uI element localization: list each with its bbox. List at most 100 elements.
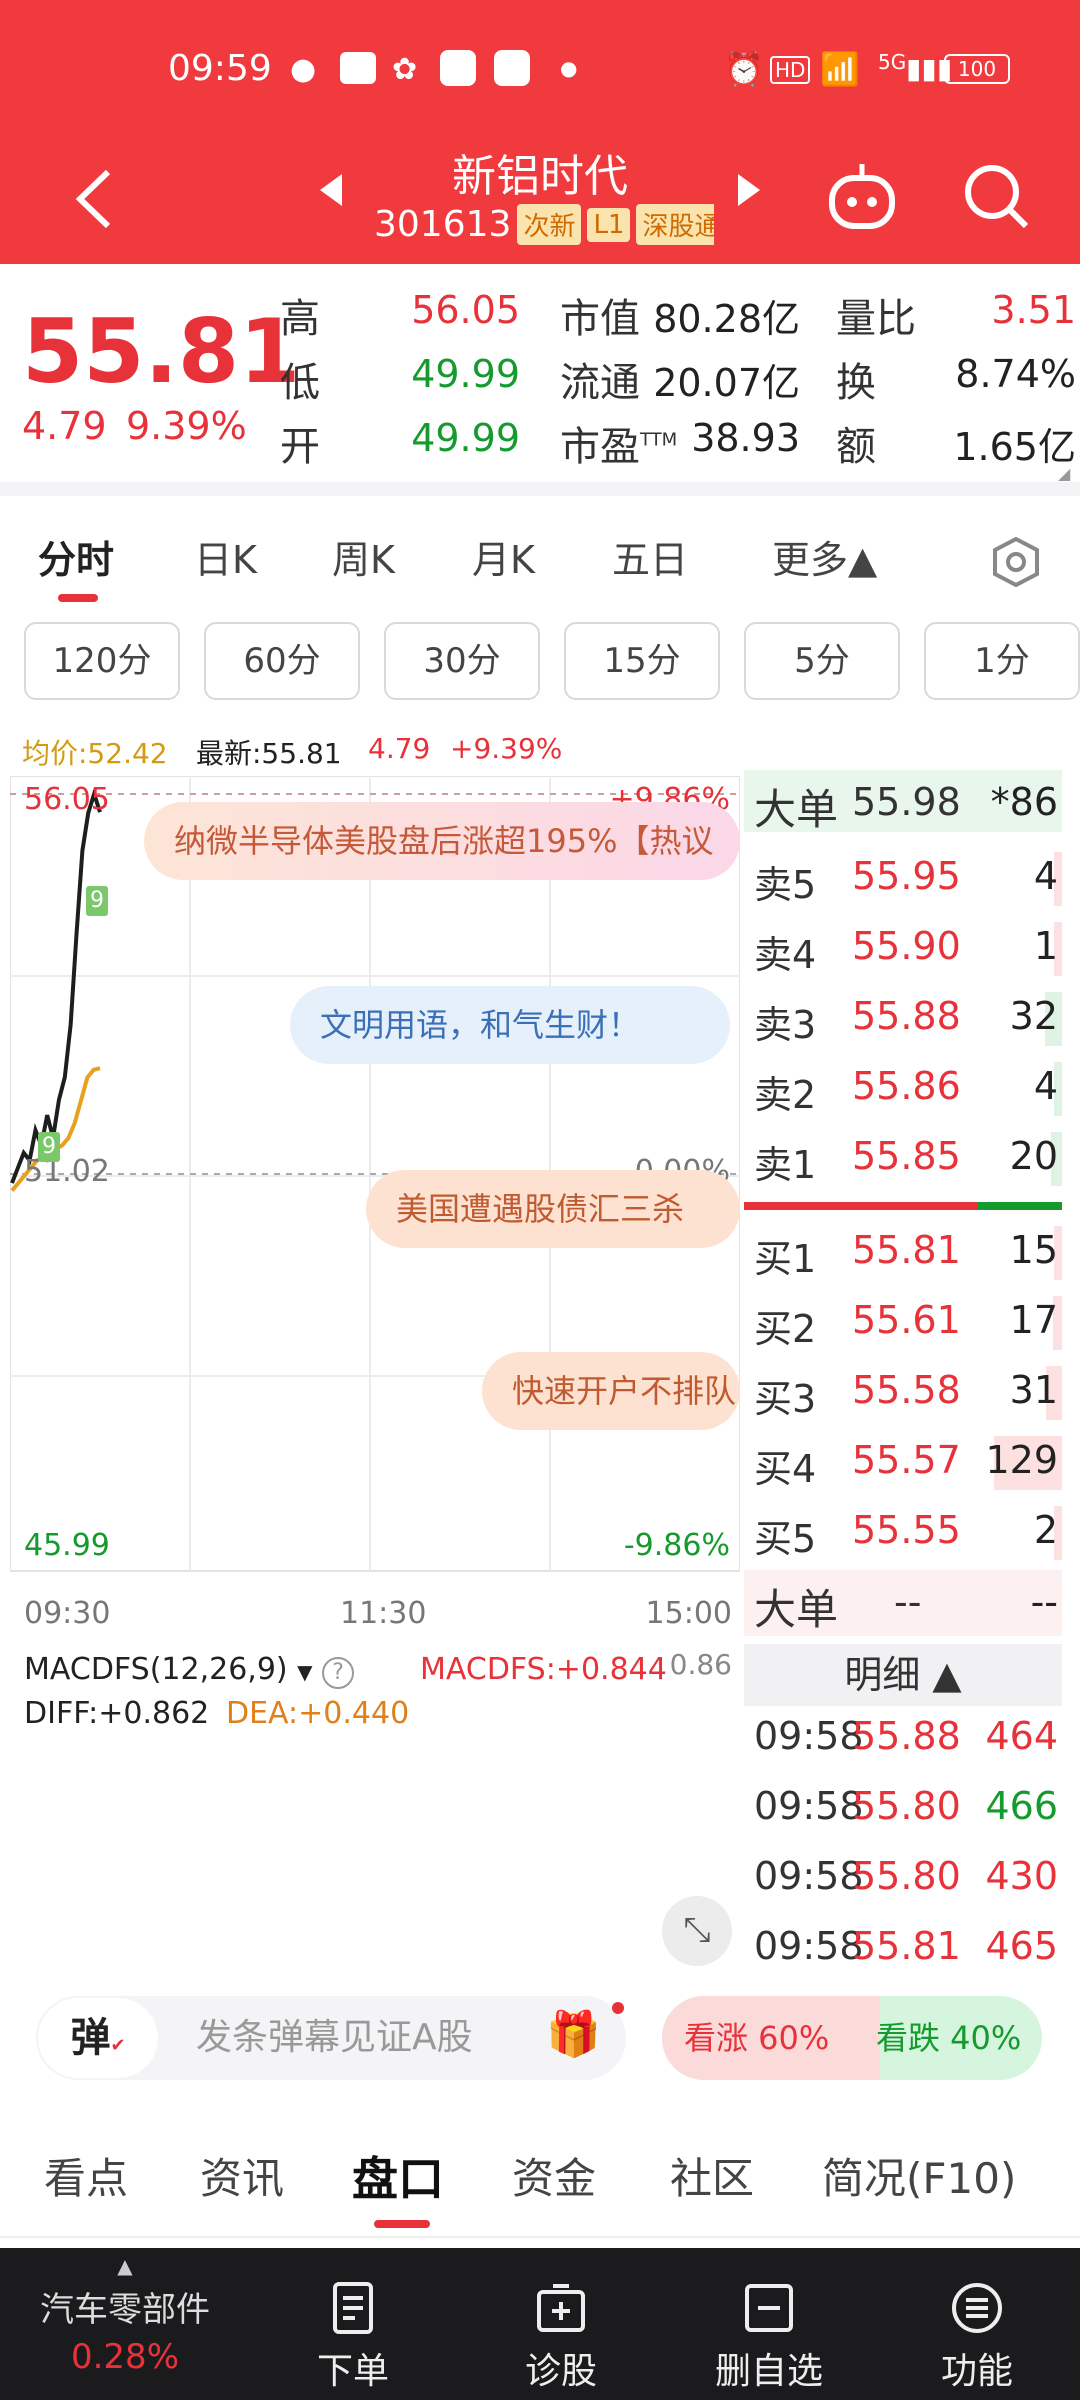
- chart-period-tabs: 分时 日K 周K 月K 五日 更多▲: [0, 510, 1080, 610]
- tab-five-day[interactable]: 五日: [612, 510, 688, 610]
- buy-level-row[interactable]: 买3 55.58 31: [744, 1358, 1062, 1424]
- buy-level-row[interactable]: 买2 55.61 17: [744, 1288, 1062, 1354]
- float-label: 流通: [560, 360, 640, 406]
- buy-level-row[interactable]: 买4 55.57 129: [744, 1428, 1062, 1494]
- danmu-toggle-label: 弹: [70, 2015, 111, 2061]
- sector-pct: 0.28%: [70, 2337, 179, 2377]
- nav-functions[interactable]: 功能: [902, 2248, 1052, 2400]
- price-line: [10, 787, 102, 1184]
- range-15min[interactable]: 15分: [564, 622, 720, 700]
- order-book: 大单 55.98 *86 卖5 55.95 4 卖4 55.90 1 卖3 55.88 32 卖2…: [744, 770, 1062, 1970]
- danmu-bubble[interactable]: 美国遭遇股债汇三杀: [366, 1170, 740, 1248]
- macd-selector[interactable]: MACDFS(12,26,9) ▼ ?: [24, 1652, 355, 1689]
- back-icon[interactable]: [70, 164, 120, 234]
- danmu-bubble[interactable]: 纳微半导体美股盘后涨超195%【热议: [144, 802, 740, 880]
- gift-icon[interactable]: 🎁: [546, 2008, 601, 2060]
- level-price: 55.55: [852, 1508, 961, 1552]
- expand-quote-icon[interactable]: ◢: [1058, 464, 1070, 483]
- range-60min[interactable]: 60分: [204, 622, 360, 700]
- tick-time: 09:58: [754, 1714, 864, 1758]
- sell-level-row[interactable]: 卖1 55.85 20: [744, 1124, 1062, 1190]
- diagnose-icon: [537, 2284, 585, 2332]
- tab-highlights[interactable]: 看点: [44, 2120, 128, 2238]
- tab-community[interactable]: 社区: [670, 2120, 754, 2238]
- tick-price: 55.80: [852, 1854, 961, 1898]
- help-icon[interactable]: ?: [322, 1657, 355, 1689]
- tab-weekly-k[interactable]: 周K: [332, 510, 395, 610]
- pe-label-text: 市盈: [560, 424, 640, 470]
- level-price: 55.95: [852, 854, 961, 898]
- caret-up-icon: ▲: [117, 2254, 133, 2278]
- info-tabs: 看点 资讯 盘口 资金 社区 简况(F10): [0, 2120, 1080, 2238]
- level-label: 买5: [754, 1517, 817, 1561]
- pe-value: 38.93: [691, 416, 800, 460]
- level-volume: 20: [1009, 1134, 1058, 1178]
- bearish-button[interactable]: 看跌 40%: [876, 1996, 1021, 2080]
- price-summary-line: 均价:52.42 最新:55.81 4.79 +9.39%: [0, 726, 740, 772]
- event-marker[interactable]: 9: [38, 1132, 60, 1162]
- detail-toggle[interactable]: 明细 ▲: [744, 1644, 1062, 1706]
- danmu-bubble[interactable]: 快速开户不排队: [482, 1352, 740, 1430]
- big-order-vol: *86: [990, 780, 1058, 824]
- level-label: 买2: [754, 1307, 817, 1351]
- sector-info[interactable]: ▲ 汽车零部件 0.28%: [0, 2248, 250, 2400]
- tab-news[interactable]: 资讯: [200, 2120, 284, 2238]
- nav-diagnose[interactable]: 诊股: [486, 2248, 636, 2400]
- macdfs-value: MACDFS:+0.844: [420, 1652, 667, 1687]
- sector-name: 汽车零部件: [40, 2290, 210, 2330]
- search-icon[interactable]: [962, 162, 1032, 232]
- sell-level-row[interactable]: 卖4 55.90 1: [744, 914, 1062, 980]
- nav-remove-watchlist[interactable]: 删自选: [694, 2248, 844, 2400]
- sell-level-row[interactable]: 卖3 55.88 32: [744, 984, 1062, 1050]
- tab-profile-f10[interactable]: 简况(F10): [822, 2120, 1016, 2238]
- nav-remove-watchlist-label: 删自选: [714, 2351, 823, 2392]
- range-5min[interactable]: 5分: [744, 622, 900, 700]
- event-marker[interactable]: 9: [86, 886, 108, 916]
- range-1min[interactable]: 1分: [924, 622, 1080, 700]
- tick-price: 55.88: [852, 1714, 961, 1758]
- danmu-input-box[interactable]: 弹✔ 发条弹幕见证A股 🎁: [36, 1996, 626, 2080]
- latest-price: 最新:55.81: [196, 737, 342, 770]
- tab-daily-k[interactable]: 日K: [194, 510, 257, 610]
- nav-order[interactable]: 下单: [278, 2248, 428, 2400]
- sell-level-row[interactable]: 卖5 55.95 4: [744, 844, 1062, 910]
- prev-stock-icon[interactable]: [316, 170, 346, 210]
- fullscreen-icon[interactable]: ⤡: [662, 1896, 732, 1966]
- buy-level-row[interactable]: 买1 55.81 15: [744, 1218, 1062, 1284]
- level-label: 买4: [754, 1447, 817, 1491]
- nav-order-label: 下单: [316, 2351, 389, 2392]
- level-volume: 4: [1033, 854, 1058, 898]
- huawei-icon: ✿: [392, 52, 418, 87]
- sentiment-bar[interactable]: 看涨 60% 看跌 40%: [662, 1996, 1042, 2080]
- big-order-row[interactable]: 大单 55.98 *86: [744, 770, 1062, 834]
- next-stock-icon[interactable]: [734, 170, 764, 210]
- intraday-chart[interactable]: 56.05 51.02 45.99 +9.86% 0.00% -9.86% 09…: [9, 775, 741, 2057]
- range-120min[interactable]: 120分: [24, 622, 180, 700]
- tick-time: 09:58: [754, 1854, 864, 1898]
- tab-monthly-k[interactable]: 月K: [472, 510, 535, 610]
- sell-level-row[interactable]: 卖2 55.86 4: [744, 1054, 1062, 1120]
- more-notifications-icon: ●: [560, 56, 578, 80]
- wifi-icon: 📶: [820, 50, 860, 88]
- price-change: 4.79: [22, 404, 107, 448]
- amount-label: 额: [836, 424, 876, 470]
- danmu-bubble[interactable]: 文明用语，和气生财！: [290, 986, 730, 1064]
- range-30min[interactable]: 30分: [384, 622, 540, 700]
- tab-more[interactable]: 更多▲: [772, 510, 877, 610]
- volume-ratio-value: 3.51: [991, 288, 1076, 332]
- big-order-row-2[interactable]: 大单 -- --: [744, 1570, 1062, 1636]
- dropdown-icon: ▼: [297, 1660, 313, 1684]
- settings-hex-icon[interactable]: [990, 536, 1042, 588]
- axis-time-end: 15:00: [645, 1596, 732, 1631]
- buy-level-row[interactable]: 买5 55.55 2: [744, 1498, 1062, 1564]
- level-price: 55.57: [852, 1438, 961, 1482]
- avg-price: 均价:52.42: [22, 737, 168, 770]
- danmu-toggle-button[interactable]: 弹✔: [38, 1998, 158, 2078]
- tick-time: 09:58: [754, 1784, 864, 1828]
- robot-assistant-icon[interactable]: [824, 160, 900, 236]
- tab-capital[interactable]: 资金: [512, 2120, 596, 2238]
- mktcap-value: 80.28亿: [653, 297, 800, 341]
- minute-range-buttons: 120分 60分 30分 15分 5分 1分: [0, 618, 1080, 706]
- tag-hk-connect: 深股通: [636, 204, 714, 245]
- bullish-button[interactable]: 看涨 60%: [684, 1996, 829, 2080]
